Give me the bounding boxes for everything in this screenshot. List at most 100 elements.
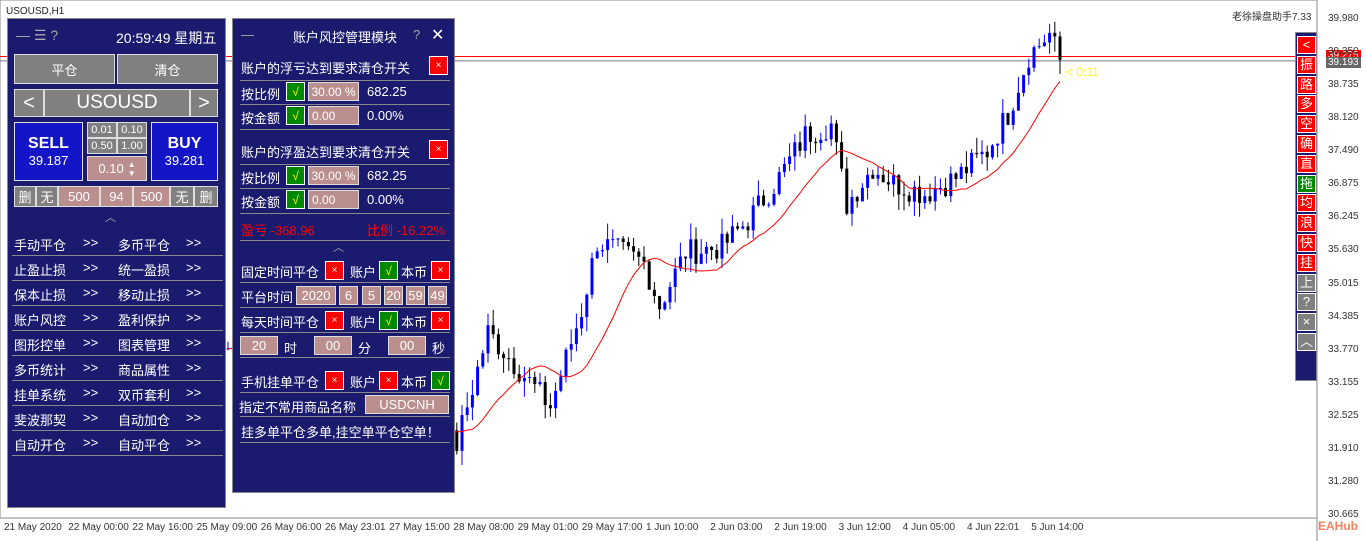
menu-arrow[interactable]: >> xyxy=(83,310,98,325)
next-symbol-button[interactable]: > xyxy=(190,89,218,117)
buy-button[interactable]: BUY 39.281 xyxy=(151,122,218,181)
menu-arrow[interactable]: >> xyxy=(186,410,201,425)
side-button[interactable]: 快 xyxy=(1297,234,1316,252)
second-input[interactable]: 00 xyxy=(388,336,426,355)
hour-input[interactable]: 20 xyxy=(240,336,278,355)
minimize-icon[interactable]: — ☰ ? xyxy=(16,27,58,44)
menu-arrow[interactable]: >> xyxy=(83,335,98,350)
menu-item[interactable]: 图表管理 xyxy=(118,335,170,354)
ratio-input[interactable]: 30.00 % xyxy=(308,166,359,185)
collapse-icon[interactable]: ︿ xyxy=(105,209,116,225)
menu-item[interactable]: 多币统计 xyxy=(14,360,66,379)
rare-symbol-input[interactable]: USDCNH xyxy=(365,395,449,414)
side-button[interactable]: 振 xyxy=(1297,55,1316,74)
side-button[interactable]: 确 xyxy=(1297,135,1316,153)
side-button[interactable]: ? xyxy=(1297,293,1316,312)
menu-item[interactable]: 图形控单 xyxy=(14,335,66,354)
quick-setting[interactable]: 500 xyxy=(58,186,100,207)
minute-input[interactable]: 00 xyxy=(314,336,352,355)
sell-button[interactable]: SELL 39.187 xyxy=(14,122,83,181)
quick-setting[interactable]: 删 xyxy=(14,186,36,207)
menu-item[interactable]: 止盈止损 xyxy=(14,260,66,279)
quick-setting[interactable]: 无 xyxy=(36,186,58,207)
menu-arrow[interactable]: >> xyxy=(83,385,98,400)
menu-item[interactable]: 统一盈损 xyxy=(118,260,170,279)
menu-arrow[interactable]: >> xyxy=(186,285,201,300)
menu-arrow[interactable]: >> xyxy=(83,435,98,450)
menu-item[interactable]: 自动开仓 xyxy=(14,435,66,454)
fixed-close-toggle[interactable]: × xyxy=(325,261,344,280)
side-button[interactable]: 直 xyxy=(1297,154,1316,173)
menu-item[interactable]: 账户风控 xyxy=(14,310,66,329)
help-icon[interactable]: ? xyxy=(413,27,420,42)
collapse-icon[interactable]: ︿ xyxy=(333,239,344,255)
menu-arrow[interactable]: >> xyxy=(186,435,201,450)
menu-arrow[interactable]: >> xyxy=(83,235,98,250)
menu-arrow[interactable]: >> xyxy=(186,385,201,400)
amount-input[interactable]: 0.00 xyxy=(308,106,359,125)
clear-position-button[interactable]: 清仓 xyxy=(117,54,218,84)
side-button[interactable]: 多 xyxy=(1297,95,1316,114)
platform-time-field[interactable]: 2020 xyxy=(296,286,336,305)
ratio-toggle[interactable]: √ xyxy=(286,82,305,101)
daily-coin-toggle[interactable]: × xyxy=(431,311,450,330)
menu-item[interactable]: 双币套利 xyxy=(118,385,170,404)
platform-time-field[interactable]: 6 xyxy=(339,286,358,305)
quick-setting[interactable]: 94 xyxy=(100,186,133,207)
lot-preset[interactable]: 0.50 xyxy=(87,138,117,154)
side-button[interactable]: 上 xyxy=(1297,273,1316,292)
side-button[interactable]: 挂 xyxy=(1297,253,1316,272)
profit-switch-toggle[interactable]: × xyxy=(429,140,448,159)
menu-item[interactable]: 斐波那契 xyxy=(14,410,66,429)
amount-input[interactable]: 0.00 xyxy=(308,190,359,209)
daily-account-toggle[interactable]: √ xyxy=(379,311,398,330)
mobile-coin-toggle[interactable]: √ xyxy=(431,371,450,390)
daily-close-toggle[interactable]: × xyxy=(325,311,344,330)
prev-symbol-button[interactable]: < xyxy=(14,89,44,117)
platform-time-field[interactable]: 20 xyxy=(384,286,403,305)
side-button[interactable]: 浪 xyxy=(1297,214,1316,233)
menu-arrow[interactable]: >> xyxy=(83,260,98,275)
menu-item[interactable]: 商品属性 xyxy=(118,360,170,379)
menu-arrow[interactable]: >> xyxy=(83,410,98,425)
menu-item[interactable]: 自动平仓 xyxy=(118,435,170,454)
close-position-button[interactable]: 平仓 xyxy=(14,54,115,84)
platform-time-field[interactable]: 59 xyxy=(406,286,425,305)
menu-arrow[interactable]: >> xyxy=(186,260,201,275)
menu-item[interactable]: 自动加仓 xyxy=(118,410,170,429)
menu-item[interactable]: 保本止损 xyxy=(14,285,66,304)
spinner-icon[interactable]: ▲ ▼ xyxy=(128,160,136,178)
lot-input[interactable]: 0.10 ▲ ▼ xyxy=(87,156,147,181)
menu-item[interactable]: 手动平仓 xyxy=(14,235,66,254)
lot-preset[interactable]: 0.10 xyxy=(117,122,147,138)
menu-arrow[interactable]: >> xyxy=(186,310,201,325)
quick-setting[interactable]: 删 xyxy=(194,186,218,207)
ratio-toggle[interactable]: √ xyxy=(286,166,305,185)
mobile-account-toggle[interactable]: × xyxy=(379,371,398,390)
ratio-input[interactable]: 30.00 % xyxy=(308,82,359,101)
menu-item[interactable]: 盈利保护 xyxy=(118,310,170,329)
lot-preset[interactable]: 1.00 xyxy=(117,138,147,154)
menu-arrow[interactable]: >> xyxy=(186,335,201,350)
menu-item[interactable]: 挂单系统 xyxy=(14,385,66,404)
minimize-icon[interactable]: — xyxy=(241,27,254,42)
side-button[interactable]: 拖 xyxy=(1297,174,1316,193)
menu-arrow[interactable]: >> xyxy=(83,360,98,375)
fixed-coin-toggle[interactable]: × xyxy=(431,261,450,280)
side-button[interactable]: × xyxy=(1297,313,1316,332)
quick-setting[interactable]: 500 xyxy=(133,186,170,207)
fixed-account-toggle[interactable]: √ xyxy=(379,261,398,280)
close-icon[interactable]: ✕ xyxy=(431,25,444,45)
menu-arrow[interactable]: >> xyxy=(83,285,98,300)
amount-toggle[interactable]: √ xyxy=(286,106,305,125)
platform-time-field[interactable]: 49 xyxy=(428,286,447,305)
menu-item[interactable]: 多币平仓 xyxy=(118,235,170,254)
menu-arrow[interactable]: >> xyxy=(186,360,201,375)
side-button[interactable]: 空 xyxy=(1297,115,1316,134)
side-button[interactable]: 均 xyxy=(1297,194,1316,213)
mobile-close-toggle[interactable]: × xyxy=(325,371,344,390)
platform-time-field[interactable]: 5 xyxy=(362,286,381,305)
side-button[interactable]: 路 xyxy=(1297,75,1316,94)
lot-preset[interactable]: 0.01 xyxy=(87,122,117,138)
side-button[interactable]: < xyxy=(1297,36,1316,54)
